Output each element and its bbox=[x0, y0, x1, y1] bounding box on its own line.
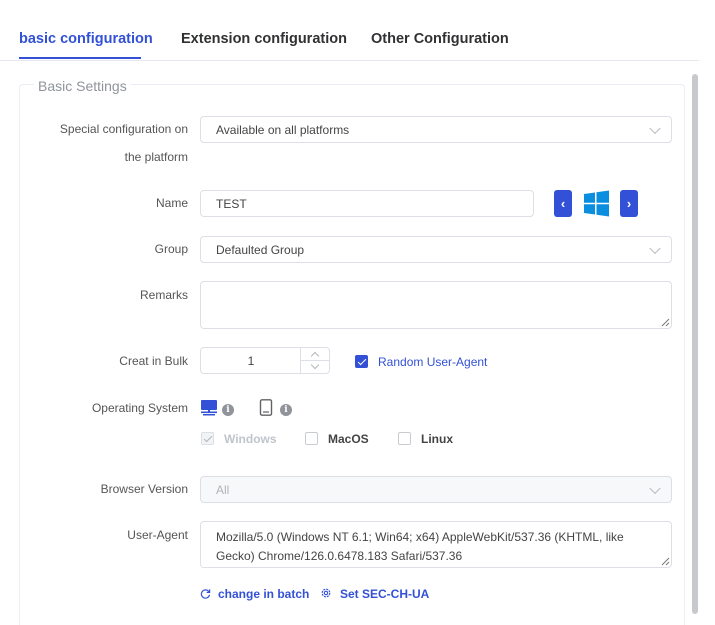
check-icon bbox=[203, 433, 212, 442]
refresh-icon[interactable] bbox=[200, 588, 211, 599]
remarks-label: Remarks bbox=[139, 288, 188, 302]
tab-extension-configuration[interactable]: Extension configuration bbox=[181, 31, 347, 47]
increment-button[interactable] bbox=[301, 348, 329, 361]
os-label: Operating System bbox=[91, 401, 188, 415]
section-title: Basic Settings bbox=[34, 78, 131, 94]
set-sec-ch-ua-link[interactable]: Set SEC-CH-UA bbox=[340, 587, 429, 601]
mobile-info-icon[interactable]: i bbox=[280, 404, 292, 416]
macos-label[interactable]: MacOS bbox=[328, 432, 369, 446]
browser-version-select[interactable]: All bbox=[200, 476, 672, 503]
active-tab-indicator bbox=[19, 57, 141, 59]
stepper-buttons bbox=[300, 348, 329, 373]
chevron-right-icon: › bbox=[626, 196, 632, 211]
resize-handle-icon[interactable] bbox=[661, 318, 670, 327]
platform-select[interactable]: Available on all platforms bbox=[200, 116, 672, 143]
gear-icon[interactable] bbox=[320, 587, 332, 599]
group-select[interactable]: Defaulted Group bbox=[200, 236, 672, 263]
bulk-count-value: 1 bbox=[247, 353, 255, 368]
macos-checkbox[interactable] bbox=[305, 432, 318, 445]
chevron-down-icon bbox=[310, 360, 320, 369]
prev-platform-button[interactable]: ‹ bbox=[554, 190, 572, 217]
platform-label: Special configuration on bbox=[59, 122, 188, 136]
platform-label-line2: the platform bbox=[124, 150, 188, 164]
check-icon bbox=[357, 356, 366, 365]
windows-label[interactable]: Windows bbox=[224, 432, 277, 446]
tab-basic-configuration[interactable]: basic configuration bbox=[19, 31, 153, 47]
browser-version-label: Browser Version bbox=[100, 482, 188, 496]
tab-other-configuration[interactable]: Other Configuration bbox=[371, 31, 509, 47]
linux-checkbox[interactable] bbox=[398, 432, 411, 445]
desktop-icon[interactable] bbox=[200, 399, 218, 416]
next-platform-button[interactable]: › bbox=[620, 190, 638, 217]
name-label: Name bbox=[155, 196, 188, 210]
group-select-value: Defaulted Group bbox=[216, 242, 305, 257]
browser-version-value: All bbox=[216, 482, 230, 497]
resize-handle-icon[interactable] bbox=[661, 557, 670, 566]
chevron-down-icon bbox=[649, 242, 661, 254]
platform-select-value: Available on all platforms bbox=[216, 122, 350, 137]
mobile-icon[interactable] bbox=[259, 399, 273, 416]
decrement-button[interactable] bbox=[301, 360, 329, 374]
windows-checkbox[interactable] bbox=[201, 432, 214, 445]
chevron-down-icon bbox=[649, 482, 661, 494]
name-input-value: TEST bbox=[216, 196, 247, 211]
tab-bar: basic configuration Extension configurat… bbox=[0, 0, 699, 61]
bulk-count-stepper[interactable]: 1 bbox=[200, 347, 330, 374]
desktop-info-icon[interactable]: i bbox=[222, 404, 234, 416]
random-user-agent-checkbox[interactable] bbox=[355, 355, 368, 368]
scrollbar-thumb[interactable] bbox=[692, 74, 698, 614]
remarks-textarea[interactable] bbox=[200, 281, 672, 329]
bulk-label: Creat in Bulk bbox=[119, 354, 188, 368]
change-in-batch-link[interactable]: change in batch bbox=[218, 587, 309, 601]
linux-label[interactable]: Linux bbox=[421, 432, 453, 446]
random-user-agent-label[interactable]: Random User-Agent bbox=[378, 355, 487, 369]
group-label: Group bbox=[154, 242, 188, 256]
chevron-left-icon: ‹ bbox=[560, 196, 566, 211]
chevron-up-icon bbox=[310, 351, 320, 360]
chevron-down-icon bbox=[649, 122, 661, 134]
name-input[interactable]: TEST bbox=[200, 190, 534, 217]
user-agent-label: User-Agent bbox=[127, 528, 188, 542]
windows-logo-icon bbox=[584, 190, 609, 217]
user-agent-textarea[interactable] bbox=[200, 521, 672, 568]
